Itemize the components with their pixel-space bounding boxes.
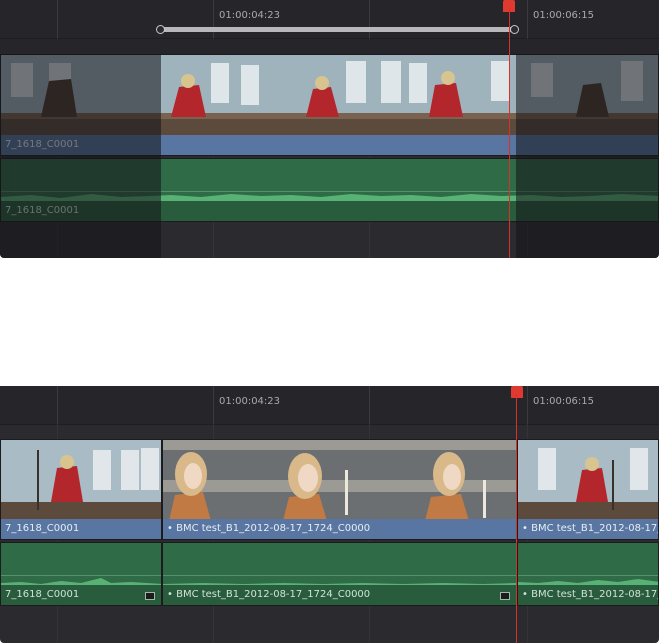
audio-clip[interactable]: • BMC test_B1_2012-08-17_1724_C0000: [162, 542, 517, 606]
track-gap: [0, 39, 659, 54]
ruler-tick: [527, 0, 528, 38]
unselected-overlay: [0, 54, 161, 258]
video-clip-label: • BMC test_B1_2012-08-17_1724_C0000: [163, 519, 516, 539]
ruler-tick: [369, 0, 370, 38]
video-clip-label: • BMC test_B1_2012-08-17_1618_C0001: [518, 519, 658, 539]
timecode-label: 01:00:04:23: [219, 396, 281, 407]
trim-end-handle[interactable]: [510, 25, 519, 34]
timecode-label: 01:00:06:15: [533, 396, 595, 407]
playhead-marker[interactable]: [511, 386, 523, 398]
audio-clip-label: • BMC test_B1_2012-08-17_1618_C0001: [518, 585, 658, 605]
audio-waveform: [163, 575, 516, 587]
timecode-label: 01:00:04:23: [219, 10, 281, 21]
video-clip[interactable]: • BMC test_B1_2012-08-17_1724_C0000: [162, 439, 517, 540]
timeline-panel-bottom: 01:00:04:23 01:00:06:15 7_1618_C0001 • B…: [0, 386, 659, 643]
ruler-tick: [369, 386, 370, 424]
ruler-tick: [57, 0, 58, 38]
timecode-label: 01:00:06:15: [533, 10, 595, 21]
clip-link-icon[interactable]: [500, 592, 510, 600]
audio-clip[interactable]: • BMC test_B1_2012-08-17_1618_C0001: [517, 542, 659, 606]
unselected-overlay: [516, 54, 659, 258]
ruler-tick: [57, 386, 58, 424]
audio-clip[interactable]: 7_1618_C0001: [0, 542, 162, 606]
audio-clip-label: 7_1618_C0001: [1, 585, 161, 605]
timeline-panel-top: 01:00:04:23 01:00:06:15: [0, 0, 659, 258]
playhead-line[interactable]: [516, 394, 517, 643]
video-thumbnail: [1, 440, 161, 521]
clip-link-icon[interactable]: [145, 592, 155, 600]
video-clip[interactable]: 7_1618_C0001: [0, 439, 162, 540]
ruler-tick: [213, 386, 214, 424]
audio-waveform: [1, 575, 161, 587]
video-thumbnail: [518, 440, 658, 521]
video-clip[interactable]: • BMC test_B1_2012-08-17_1618_C0001: [517, 439, 659, 540]
video-clip-label: 7_1618_C0001: [1, 519, 161, 539]
timecode-ruler[interactable]: 01:00:04:23 01:00:06:15: [0, 0, 659, 39]
audio-clip-label: • BMC test_B1_2012-08-17_1724_C0000: [163, 585, 516, 605]
video-thumbnail-strip: [163, 440, 516, 521]
trim-start-handle[interactable]: [156, 25, 165, 34]
ruler-tick: [527, 386, 528, 424]
ruler-tick: [213, 0, 214, 38]
playhead-line[interactable]: [509, 8, 510, 258]
audio-waveform: [518, 575, 658, 587]
trim-range-bar[interactable]: [160, 27, 515, 32]
timecode-ruler[interactable]: 01:00:04:23 01:00:06:15: [0, 386, 659, 425]
